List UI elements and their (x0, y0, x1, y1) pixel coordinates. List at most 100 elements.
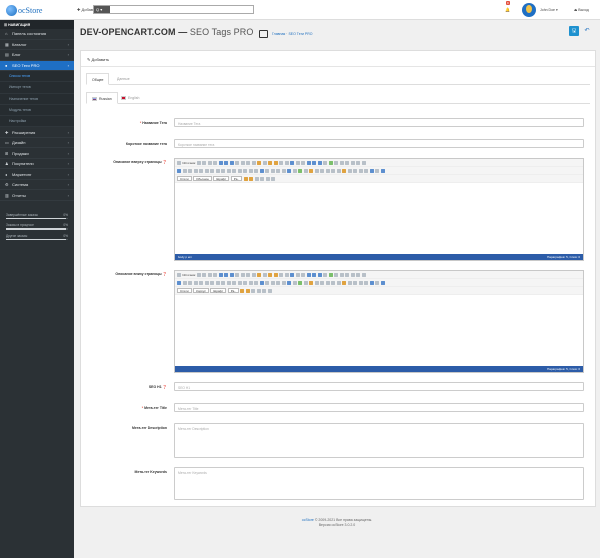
bell-icon[interactable]: 🔔 9 (505, 1, 510, 12)
description-top-editor[interactable]: Источник Стили Обычное Шрифт Ра.. body p… (174, 158, 584, 261)
sidebar-subitem-tag-import[interactable]: Импорт тегов (0, 82, 74, 94)
maximize-icon[interactable] (251, 288, 256, 293)
breadcrumb-current[interactable]: SEO Теги PRO (288, 32, 312, 36)
footer-brand-link[interactable]: ocStore (302, 518, 314, 522)
description-bottom-editor[interactable]: Источник Стили Корпус Шрифт Ра.. Парагра… (174, 270, 584, 373)
sidebar: ☰ НАВИГАЦИЯ ⌂ Панель состояния ▦ Каталог… (0, 20, 74, 558)
search-button[interactable]: Q ▾ (94, 6, 110, 13)
bold-icon[interactable] (177, 168, 181, 173)
sidebar-subitem-tag-module[interactable]: Модуль тегов (0, 104, 74, 117)
tab-data[interactable]: Данные (112, 73, 135, 85)
logo-icon (6, 4, 17, 16)
home-icon: ⌂ (5, 31, 8, 37)
editor-toolbar-row: Источник (175, 159, 583, 167)
italic-icon[interactable] (182, 168, 187, 173)
sidebar-subitem-tag-assign[interactable]: Назначение тегов (0, 93, 74, 105)
seo-h1-input[interactable]: SEO H1 (174, 382, 584, 391)
sidebar-item-reports[interactable]: ▥ Отчеты › (0, 190, 74, 201)
stat-processing-fill (6, 228, 67, 230)
font-select[interactable]: Корпус (193, 288, 209, 293)
logo[interactable]: ocStore (6, 4, 42, 16)
sidebar-item-label: SEO Теги PRO (12, 62, 40, 68)
underline-icon[interactable] (188, 280, 192, 285)
bold-icon[interactable] (177, 280, 181, 285)
sidebar-item-label: Панель состояния (12, 31, 46, 37)
meta-description-textarea[interactable]: Мета-тег Description (174, 423, 584, 458)
source-icon[interactable] (177, 272, 181, 277)
uk-flag-icon (121, 96, 126, 100)
save-button[interactable]: 🖫 (569, 26, 579, 36)
sidebar-item-catalog[interactable]: ▦ Каталог › (0, 40, 74, 50)
sidebar-item-customers[interactable]: ♟ Покупатели › (0, 159, 74, 170)
style-select[interactable]: Стили (177, 288, 192, 293)
source-icon[interactable] (177, 160, 181, 165)
stat-other-fill (6, 238, 67, 241)
style-select[interactable]: Стили (177, 176, 192, 181)
tags-icon: ▦ (5, 41, 9, 47)
tag-name-input[interactable]: Название Тега (174, 118, 584, 127)
sidebar-item-dashboard[interactable]: ⌂ Панель состояния (0, 29, 74, 40)
format-select[interactable]: Обычное (193, 176, 212, 181)
sidebar-item-extensions[interactable]: ✚ Расширения › (0, 127, 74, 138)
blocks-icon[interactable] (256, 288, 261, 293)
meta-description-label: Мета-тег Description (132, 426, 167, 430)
avatar[interactable] (522, 3, 536, 17)
blocks-icon[interactable] (260, 176, 265, 181)
help-circle-icon[interactable] (267, 288, 272, 293)
preview-icon[interactable] (262, 288, 267, 293)
maximize-icon[interactable] (254, 176, 259, 181)
editor-statusbar: Параграфов: 5, Слов: 0 (175, 366, 583, 372)
sidebar-item-system[interactable]: ⚙ Система › (0, 180, 74, 191)
stat-other-bar (6, 238, 68, 241)
tab-language-russian[interactable]: Russian (86, 92, 118, 104)
tab-language-english[interactable]: English (116, 92, 144, 104)
sidebar-item-seo-tags-pro[interactable]: ● SEO Теги PRO › (0, 60, 74, 71)
breadcrumb-home[interactable]: Главная (272, 32, 285, 36)
notification-badge: 9 (506, 1, 510, 5)
sidebar-subitem-settings[interactable]: Настройки (0, 116, 74, 128)
bg-color-icon[interactable] (245, 288, 250, 293)
meta-title-input[interactable]: Мета-тег Title (174, 403, 584, 412)
chevron-right-icon: › (67, 192, 69, 198)
meta-keywords-textarea[interactable]: Мета-тег Keywords (174, 467, 584, 500)
gear-icon: ⚙ (5, 182, 9, 188)
bar-chart-icon: ▥ (5, 192, 9, 198)
editor-content[interactable] (175, 183, 583, 254)
back-button[interactable]: ↶ (582, 26, 592, 36)
stat-completed-fill (6, 217, 67, 220)
sidebar-item-marketing[interactable]: ◂ Маркетинг › (0, 169, 74, 180)
monitor-icon: ▭ (5, 140, 9, 146)
chevron-right-icon: › (67, 140, 69, 146)
font-select[interactable]: Шрифт (210, 288, 227, 293)
logout-link[interactable]: ⏏ Выход (574, 8, 589, 12)
sidebar-item-sales[interactable]: ⊞ Продажи › (0, 148, 74, 159)
search-input[interactable]: Q ▾ (93, 5, 254, 14)
page-title: DEV-OPENCART.COM — SEO Tags PRO (80, 27, 254, 37)
sidebar-subitem-tag-list[interactable]: Список тегов (0, 71, 74, 83)
size-select[interactable]: Ра.. (227, 288, 239, 293)
tab-general[interactable]: Общее (86, 73, 110, 85)
sidebar-item-label: Продажи (12, 150, 29, 156)
text-color-icon[interactable] (240, 288, 245, 293)
user-menu[interactable]: John Doe ▾ (540, 8, 558, 12)
size-select[interactable]: Ра.. (230, 176, 243, 181)
sidebar-item-design[interactable]: ▭ Дизайн › (0, 138, 74, 149)
chevron-down-icon: › (67, 62, 69, 68)
underline-icon[interactable] (188, 168, 192, 173)
bg-color-icon[interactable] (249, 176, 254, 181)
megaphone-icon: ◂ (5, 171, 8, 177)
stat-processing-bar (6, 228, 68, 230)
stat-completed-bar (6, 217, 68, 220)
book-icon: ▤ (5, 52, 9, 58)
description-bottom-label: Описание внизу страницы ❓ (115, 272, 167, 276)
font-select[interactable]: Шрифт (213, 176, 230, 181)
italic-icon[interactable] (182, 280, 187, 285)
sidebar-item-blog[interactable]: ▤ Блог › (0, 50, 74, 61)
help-circle-icon[interactable] (271, 176, 276, 181)
russia-flag-icon (92, 97, 97, 101)
preview-icon[interactable] (265, 176, 270, 181)
editor-content[interactable] (175, 295, 583, 366)
text-color-icon[interactable] (243, 176, 248, 181)
module-logo-icon (259, 30, 268, 38)
short-name-input[interactable]: Короткое название тега (174, 139, 584, 148)
